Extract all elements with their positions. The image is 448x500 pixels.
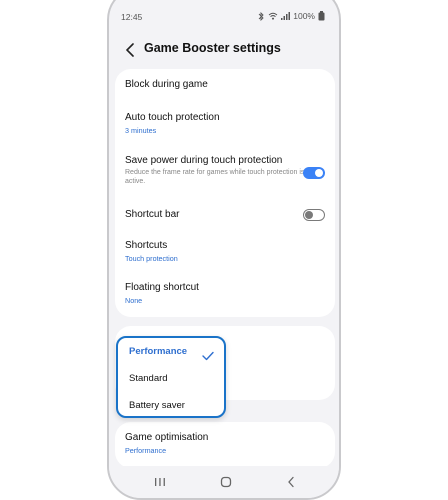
settings-card: Block during game Auto touch protection … bbox=[115, 69, 335, 317]
setting-save-power[interactable]: Save power during touch protection Reduc… bbox=[115, 154, 335, 186]
setting-title: Game optimisation bbox=[125, 432, 209, 443]
phone-frame: 12:45 100% Game Booster settings Block d… bbox=[107, 0, 341, 500]
header: Game Booster settings bbox=[109, 38, 339, 62]
recent-apps-icon[interactable] bbox=[152, 474, 168, 490]
status-icons: 100% bbox=[258, 11, 325, 21]
setting-description: Reduce the frame rate for games while to… bbox=[125, 169, 305, 185]
toggle-knob bbox=[305, 210, 313, 219]
setting-floating-shortcut[interactable]: Floating shortcut None bbox=[115, 281, 335, 306]
status-bar: 12:45 100% bbox=[109, 0, 339, 28]
optimisation-dropdown: Performance Standard Battery saver bbox=[116, 336, 226, 418]
setting-block-during-game[interactable]: Block during game bbox=[115, 78, 335, 91]
setting-value: 3 minutes bbox=[125, 126, 157, 135]
setting-title: Floating shortcut bbox=[125, 282, 199, 293]
option-standard[interactable]: Standard bbox=[129, 373, 168, 384]
setting-title: Shortcuts bbox=[125, 240, 168, 251]
navigation-bar bbox=[109, 466, 339, 498]
shortcut-bar-toggle[interactable] bbox=[303, 209, 325, 221]
battery-level: 100% bbox=[293, 11, 315, 21]
save-power-toggle[interactable] bbox=[303, 167, 325, 179]
status-time: 12:45 bbox=[121, 12, 143, 22]
wifi-icon bbox=[268, 12, 278, 20]
toggle-knob bbox=[315, 169, 323, 177]
back-arrow-icon[interactable] bbox=[123, 40, 139, 60]
option-performance[interactable]: Performance bbox=[129, 346, 187, 357]
option-battery-saver[interactable]: Battery saver bbox=[129, 400, 185, 411]
page-title: Game Booster settings bbox=[144, 41, 281, 55]
setting-value: None bbox=[125, 296, 143, 305]
signal-icon bbox=[281, 12, 291, 20]
setting-title: Save power during touch protection bbox=[125, 155, 283, 166]
setting-title: Block during game bbox=[125, 79, 208, 90]
bluetooth-icon bbox=[258, 11, 265, 21]
setting-title: Shortcut bar bbox=[125, 209, 180, 220]
battery-icon bbox=[318, 11, 325, 21]
back-nav-icon[interactable] bbox=[283, 474, 299, 490]
setting-shortcuts[interactable]: Shortcuts Touch protection bbox=[115, 239, 335, 264]
setting-value: Performance bbox=[125, 446, 167, 455]
setting-value: Touch protection bbox=[125, 254, 178, 263]
home-icon[interactable] bbox=[218, 474, 234, 490]
setting-shortcut-bar[interactable]: Shortcut bar bbox=[115, 208, 335, 221]
settings-card-optimisation: Game optimisation Performance bbox=[115, 422, 335, 468]
setting-auto-touch-protection[interactable]: Auto touch protection 3 minutes bbox=[115, 111, 335, 136]
setting-title: Auto touch protection bbox=[125, 112, 220, 123]
checkmark-icon bbox=[202, 348, 214, 361]
setting-game-optimisation[interactable]: Game optimisation Performance bbox=[115, 431, 335, 456]
